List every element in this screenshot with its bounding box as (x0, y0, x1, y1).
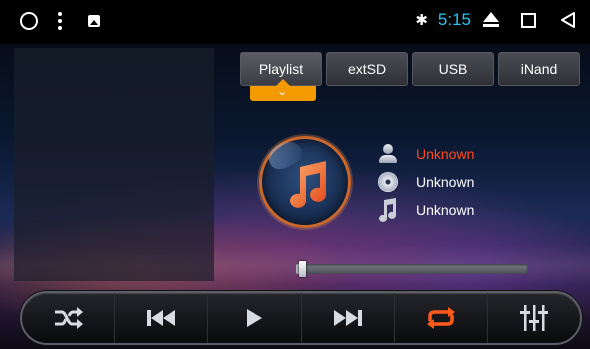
previous-track-icon (147, 310, 176, 326)
artist-name: Unknown (416, 146, 475, 162)
equalizer-button[interactable] (488, 293, 580, 343)
next-track-icon (333, 310, 362, 326)
recents-square-icon[interactable] (521, 12, 536, 28)
next-track-button[interactable] (302, 293, 395, 343)
circle-icon[interactable] (20, 12, 38, 30)
album-cd-icon (376, 171, 400, 193)
menu-dots-icon[interactable] (58, 12, 62, 30)
bluetooth-icon: ✱ (415, 11, 428, 29)
album-row: Unknown (376, 171, 474, 193)
artist-row: Unknown (376, 143, 474, 165)
tab-inand[interactable]: iNand (498, 52, 580, 86)
music-disc-logo (259, 136, 351, 228)
title-note-icon (376, 198, 400, 222)
repeat-icon (426, 307, 455, 329)
source-tabs: Playlist extSD USB iNand (240, 52, 580, 86)
progress-thumb[interactable] (298, 261, 306, 277)
status-bar: ✱ 5:15 (0, 0, 590, 44)
playlist-dropdown-toggle[interactable]: ⌄ (250, 79, 316, 101)
repeat-button[interactable] (395, 293, 488, 343)
play-icon (247, 309, 263, 327)
album-art-panel (14, 48, 214, 281)
album-name: Unknown (416, 174, 475, 190)
clock: 5:15 (437, 10, 471, 29)
image-icon (88, 15, 100, 27)
music-note-icon (290, 161, 326, 208)
tab-usb[interactable]: USB (412, 52, 494, 86)
track-title: Unknown (416, 202, 475, 218)
progress-slider[interactable] (296, 261, 528, 277)
playback-controls (20, 291, 582, 345)
tab-extsd[interactable]: extSD (326, 52, 408, 86)
back-triangle-icon[interactable] (560, 12, 576, 28)
previous-track-button[interactable] (115, 293, 209, 343)
chevron-down-icon: ⌄ (276, 87, 288, 98)
play-button[interactable] (208, 293, 302, 343)
eject-icon[interactable] (483, 12, 499, 28)
title-row: Unknown (376, 198, 475, 222)
shuffle-button[interactable] (22, 293, 116, 343)
shuffle-icon (55, 307, 84, 329)
equalizer-icon (519, 305, 548, 331)
artist-person-icon (376, 143, 400, 165)
